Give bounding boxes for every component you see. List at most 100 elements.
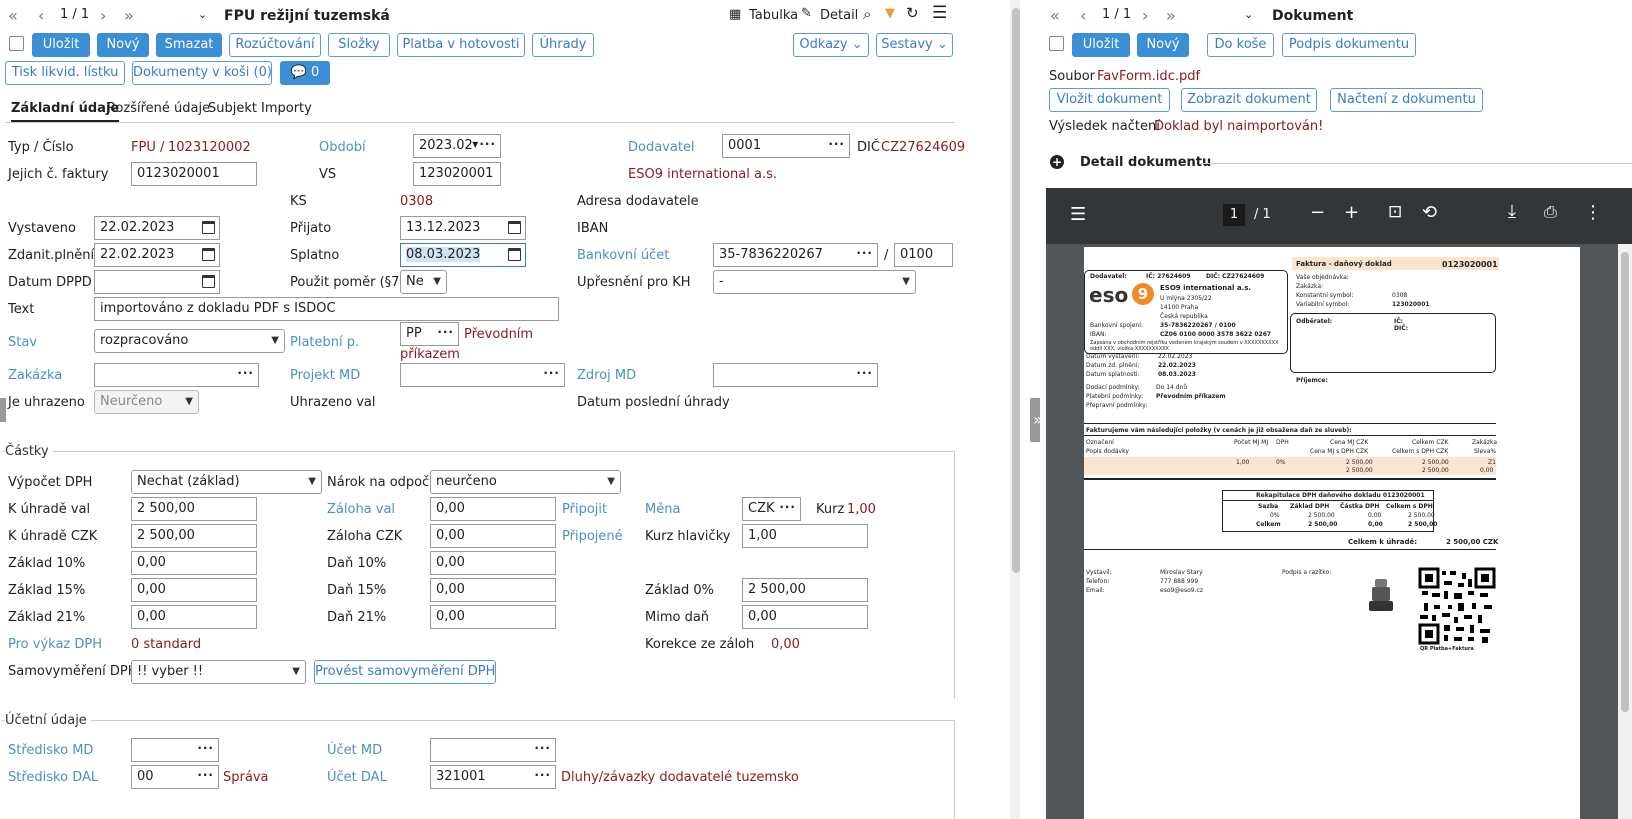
account-dal-field[interactable]: 321001 ···: [430, 765, 556, 789]
chevron-down-icon[interactable]: ⌄: [1244, 8, 1253, 21]
calendar-icon[interactable]: [202, 221, 215, 234]
lookup-icon[interactable]: ···: [534, 768, 551, 782]
calendar-icon[interactable]: [202, 275, 215, 288]
deposit-czk-field[interactable]: 0,00: [430, 524, 556, 548]
pdf-menu-icon[interactable]: ☰: [1070, 204, 1086, 225]
calendar-icon[interactable]: [508, 248, 521, 261]
payments-button[interactable]: Úhrady: [532, 33, 594, 57]
print-slip-button[interactable]: Tisk likvid. lístku: [5, 61, 125, 85]
print-icon[interactable]: ⎙: [1544, 202, 1557, 222]
insert-document-button[interactable]: Vložit dokument: [1049, 88, 1170, 112]
next-record-icon[interactable]: ›: [1142, 6, 1148, 25]
last-record-icon[interactable]: »: [1166, 6, 1176, 25]
source-field[interactable]: ···: [713, 363, 878, 387]
left-scrollbar-thumb[interactable]: [1012, 8, 1020, 573]
first-record-icon[interactable]: «: [8, 6, 18, 25]
show-document-button[interactable]: Zobrazit dokument: [1181, 88, 1317, 112]
deduction-select[interactable]: neurčeno ▼: [430, 470, 621, 494]
lookup-icon[interactable]: ···: [543, 366, 560, 380]
lookup-icon[interactable]: ···: [437, 325, 454, 339]
chevron-down-icon[interactable]: ⌄: [198, 8, 207, 21]
dppd-date-field[interactable]: [94, 270, 220, 294]
save-button[interactable]: Uložit: [32, 33, 90, 57]
tab-detail-view[interactable]: Detail: [820, 8, 858, 23]
base21-field[interactable]: 0,00: [131, 605, 257, 629]
expand-plus-icon[interactable]: +: [1050, 155, 1064, 169]
bank-account-field[interactable]: 35-7836220267 ···: [713, 243, 878, 267]
tab-extended-data[interactable]: Rozšířené údaje: [107, 101, 210, 116]
header-rate-field[interactable]: 1,00: [742, 524, 868, 548]
lookup-icon[interactable]: ···: [237, 366, 254, 380]
download-icon[interactable]: ⤓: [1508, 201, 1516, 222]
cost-center-dal-label[interactable]: Středisko DAL: [8, 770, 98, 785]
attached-link[interactable]: Připojené: [562, 529, 623, 544]
table-view-icon[interactable]: ▦: [729, 7, 741, 22]
links-dropdown-button[interactable]: Odkazy ⌄: [793, 33, 869, 57]
non-tax-field[interactable]: 0,00: [742, 605, 868, 629]
edit-icon[interactable]: ✎: [801, 6, 812, 21]
due-date-field[interactable]: 08.03.2023: [400, 243, 526, 267]
last-record-icon[interactable]: »: [124, 6, 134, 25]
project-label[interactable]: Projekt MD: [290, 368, 360, 383]
collapse-handle[interactable]: [0, 398, 6, 422]
vs-field[interactable]: 123020001: [413, 162, 501, 186]
lookup-icon[interactable]: ···: [534, 741, 551, 755]
bank-account-label[interactable]: Bankovní účet: [577, 248, 669, 263]
status-label[interactable]: Stav: [8, 335, 37, 350]
status-select[interactable]: rozpracováno ▼: [94, 329, 285, 353]
ratio-select[interactable]: Ne ▼: [400, 270, 447, 294]
delete-button[interactable]: Smazat: [156, 33, 222, 57]
tax10-field[interactable]: 0,00: [430, 551, 556, 575]
currency-field[interactable]: CZK ···: [742, 497, 801, 521]
period-field[interactable]: 2023.02 ▾···: [413, 134, 501, 158]
pdf-scrollbar-thumb[interactable]: [1621, 252, 1629, 712]
search-icon[interactable]: ⌕: [863, 5, 871, 23]
comments-button[interactable]: 💬 0: [280, 61, 330, 85]
next-record-icon[interactable]: ›: [100, 6, 106, 25]
taxable-date-field[interactable]: 22.02.2023: [94, 243, 220, 267]
lookup-icon[interactable]: ···: [828, 137, 845, 151]
menu-icon[interactable]: ☰: [932, 3, 947, 23]
tab-table-view[interactable]: Tabulka: [749, 8, 798, 23]
cost-center-dal-field[interactable]: 00 ···: [131, 765, 219, 789]
reports-dropdown-button[interactable]: Sestavy ⌄: [876, 33, 953, 57]
issued-date-field[interactable]: 22.02.2023: [94, 216, 220, 240]
kh-select[interactable]: - ▼: [713, 270, 916, 294]
refresh-icon[interactable]: ↻: [906, 4, 919, 22]
supplier-label[interactable]: Dodavatel: [628, 140, 695, 155]
order-field[interactable]: ···: [94, 363, 259, 387]
base0-field[interactable]: 2 500,00: [742, 578, 868, 602]
trash-documents-button[interactable]: Dokumenty v koši (0): [132, 61, 272, 85]
account-md-label[interactable]: Účet MD: [327, 743, 382, 758]
select-checkbox[interactable]: [1049, 36, 1064, 51]
vat-calc-select[interactable]: Nechat (základ) ▼: [131, 470, 322, 494]
tax15-field[interactable]: 0,00: [430, 578, 556, 602]
supplier-field[interactable]: 0001 ···: [722, 134, 850, 158]
their-invoice-field[interactable]: 0123020001: [131, 162, 257, 186]
tax21-field[interactable]: 0,00: [430, 605, 556, 629]
self-assessment-button[interactable]: Provést samovyměření DPH: [314, 660, 496, 684]
payment-method-label[interactable]: Platební p.: [290, 335, 359, 350]
calendar-icon[interactable]: [202, 248, 215, 261]
order-label[interactable]: Zakázka: [8, 368, 62, 383]
prev-record-icon[interactable]: ‹: [38, 6, 44, 25]
project-field[interactable]: ···: [400, 363, 565, 387]
currency-label[interactable]: Měna: [645, 502, 680, 517]
lookup-icon[interactable]: ···: [197, 768, 214, 782]
deposit-currency-field[interactable]: 0,00: [430, 497, 556, 521]
tab-basic-data[interactable]: Základní údaje: [11, 101, 120, 122]
lookup-icon[interactable]: ···: [197, 741, 214, 755]
cost-center-md-field[interactable]: ···: [131, 738, 219, 762]
select-checkbox[interactable]: [9, 36, 24, 51]
tab-imports[interactable]: Importy: [261, 101, 312, 116]
deposit-currency-label[interactable]: Záloha val: [327, 502, 395, 517]
paid-select[interactable]: Neurčeno ▼: [94, 390, 199, 414]
prev-record-icon[interactable]: ‹: [1080, 6, 1086, 25]
zoom-out-icon[interactable]: −: [1310, 202, 1325, 223]
pdf-scrollbar[interactable]: [1618, 244, 1632, 819]
more-options-icon[interactable]: ⋮: [1584, 202, 1602, 223]
folders-button[interactable]: Složky: [328, 33, 390, 57]
received-date-field[interactable]: 13.12.2023: [400, 216, 526, 240]
first-record-icon[interactable]: «: [1050, 6, 1060, 25]
sign-document-button[interactable]: Podpis dokumentu: [1282, 33, 1416, 57]
